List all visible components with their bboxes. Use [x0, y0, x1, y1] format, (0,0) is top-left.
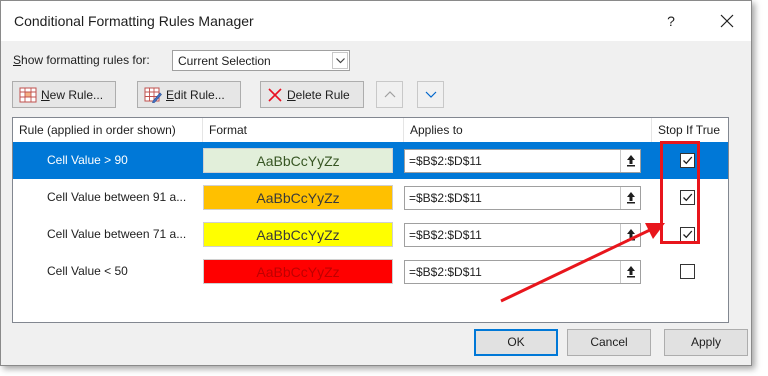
edit-rule-icon: [144, 87, 162, 103]
header-format[interactable]: Format: [203, 118, 404, 142]
new-rule-label: New Rule...: [41, 87, 104, 102]
rule-row[interactable]: Cell Value > 90 AaBbCcYyZz =$B$2:$D$11: [13, 142, 728, 179]
ok-button[interactable]: OK: [474, 329, 558, 356]
new-rule-icon: [19, 87, 37, 102]
rule-description: Cell Value between 71 a...: [47, 227, 187, 241]
rule-row[interactable]: Cell Value between 91 a... AaBbCcYyZz =$…: [13, 179, 728, 216]
apply-button[interactable]: Apply: [664, 329, 748, 356]
range-select-button[interactable]: [620, 261, 640, 283]
dialog-title: Conditional Formatting Rules Manager: [14, 13, 254, 29]
applies-to-field[interactable]: =$B$2:$D$11: [404, 186, 641, 210]
rule-row[interactable]: Cell Value between 71 a... AaBbCcYyZz =$…: [13, 216, 728, 253]
range-select-button[interactable]: [620, 224, 640, 246]
title-bar: Conditional Formatting Rules Manager ?: [1, 1, 751, 41]
rule-description: Cell Value < 50: [47, 264, 128, 278]
header-applies-to[interactable]: Applies to: [404, 118, 652, 142]
move-up-button[interactable]: [376, 81, 403, 108]
format-preview: AaBbCcYyZz: [203, 148, 393, 173]
close-button[interactable]: [713, 8, 741, 34]
grid-header: Rule (applied in order shown) Format App…: [13, 118, 728, 143]
rule-description: Cell Value between 91 a...: [47, 190, 187, 204]
edit-rule-button[interactable]: Edit Rule...: [137, 81, 241, 108]
rule-row[interactable]: Cell Value < 50 AaBbCcYyZz =$B$2:$D$11: [13, 253, 728, 290]
collapse-dialog-icon: [627, 229, 635, 241]
collapse-dialog-icon: [627, 266, 635, 278]
applies-to-value: =$B$2:$D$11: [409, 228, 482, 242]
rules-grid: Rule (applied in order shown) Format App…: [12, 117, 729, 323]
collapse-dialog-icon: [627, 155, 635, 167]
delete-rule-label: Delete Rule: [287, 87, 350, 102]
chevron-down-icon: [336, 58, 345, 64]
range-select-button[interactable]: [620, 187, 640, 209]
format-preview: AaBbCcYyZz: [203, 222, 393, 247]
stop-if-true-checkbox[interactable]: [680, 190, 695, 205]
scope-value: Current Selection: [178, 54, 271, 68]
checkmark-icon: [683, 156, 693, 165]
applies-to-field[interactable]: =$B$2:$D$11: [404, 149, 641, 173]
rule-description: Cell Value > 90: [47, 153, 128, 167]
applies-to-value: =$B$2:$D$11: [409, 265, 482, 279]
applies-to-value: =$B$2:$D$11: [409, 191, 482, 205]
scope-label: Show formatting rules for:: [13, 53, 150, 67]
stop-if-true-checkbox[interactable]: [680, 264, 695, 279]
scope-dropdown[interactable]: Current Selection: [172, 50, 350, 71]
rules-manager-dialog: Conditional Formatting Rules Manager ? S…: [0, 0, 752, 366]
range-select-button[interactable]: [620, 150, 640, 172]
stop-if-true-checkbox[interactable]: [680, 153, 695, 168]
help-button[interactable]: ?: [659, 9, 683, 33]
applies-to-field[interactable]: =$B$2:$D$11: [404, 223, 641, 247]
chevron-down-icon: [425, 91, 437, 98]
cancel-button[interactable]: Cancel: [567, 329, 651, 356]
close-icon: [720, 14, 734, 28]
stop-if-true-checkbox[interactable]: [680, 227, 695, 242]
collapse-dialog-icon: [627, 192, 635, 204]
chevron-up-icon: [384, 91, 396, 98]
format-preview: AaBbCcYyZz: [203, 259, 393, 284]
move-down-button[interactable]: [417, 81, 444, 108]
header-stop-if-true[interactable]: Stop If True: [652, 118, 728, 142]
checkmark-icon: [683, 230, 693, 239]
edit-rule-label: Edit Rule...: [166, 87, 225, 102]
applies-to-field[interactable]: =$B$2:$D$11: [404, 260, 641, 284]
delete-rule-button[interactable]: Delete Rule: [260, 81, 364, 108]
scope-dropdown-button[interactable]: [332, 52, 348, 69]
checkmark-icon: [683, 193, 693, 202]
applies-to-value: =$B$2:$D$11: [409, 154, 482, 168]
delete-icon: [268, 87, 282, 102]
new-rule-button[interactable]: New Rule...: [12, 81, 116, 108]
header-rule[interactable]: Rule (applied in order shown): [13, 118, 203, 142]
format-preview: AaBbCcYyZz: [203, 185, 393, 210]
